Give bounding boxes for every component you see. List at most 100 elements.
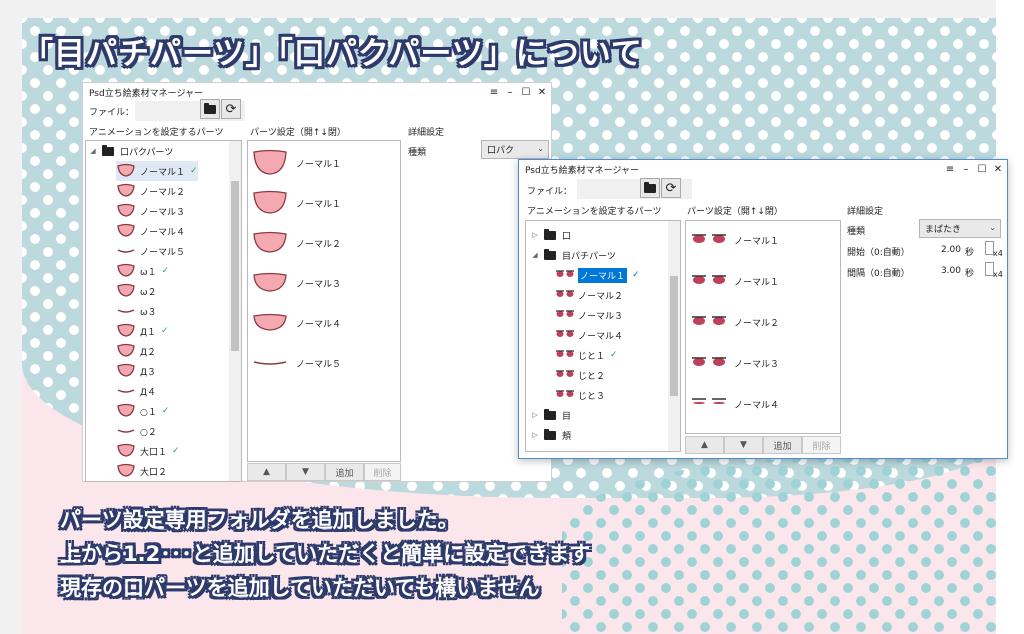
parts-settings-label: パーツ設定（開↑↓閉） bbox=[250, 128, 346, 138]
tree-item[interactable]: 大口１ ✓ bbox=[116, 441, 180, 461]
tree-item[interactable]: ノーマル２ bbox=[116, 181, 185, 201]
add-button[interactable]: 追加 bbox=[325, 463, 364, 481]
type-select[interactable]: まばたき ⌄ bbox=[919, 219, 1001, 238]
start-label: 開始（0:自動） bbox=[847, 248, 910, 258]
eyes-thumbnail-icon bbox=[556, 329, 574, 341]
expand-caret-icon[interactable]: ◢ bbox=[530, 251, 540, 259]
tree-item[interactable]: ω２ bbox=[116, 281, 157, 301]
tree-item[interactable]: ノーマル１ ✓ bbox=[116, 161, 198, 181]
tree-scroll-thumb[interactable] bbox=[670, 276, 678, 396]
tree-item[interactable]: ω３ bbox=[116, 301, 157, 321]
collapse-caret-icon[interactable]: ▷ bbox=[530, 431, 540, 439]
tree-item[interactable]: ○１ ✓ bbox=[116, 401, 169, 421]
part-row[interactable]: ノーマル２ bbox=[252, 231, 341, 256]
tree-item[interactable]: じと１ ✓ bbox=[556, 345, 618, 365]
minimize-button[interactable]: – bbox=[959, 162, 973, 176]
part-row[interactable]: ノーマル１ bbox=[690, 274, 779, 289]
tree-item[interactable]: ノーマル５ bbox=[116, 241, 185, 261]
part-row[interactable]: ノーマル１ bbox=[690, 233, 779, 248]
parts-list[interactable]: ノーマル１ ノーマル１ ノーマル２ ノーマル３ ノーマル４ bbox=[685, 220, 841, 434]
expand-caret-icon[interactable]: ◢ bbox=[88, 147, 98, 155]
tree-item-label: ノーマル３ bbox=[140, 207, 186, 218]
tree-item[interactable]: じと３ bbox=[556, 385, 605, 405]
tree-item-label: ノーマル１ bbox=[140, 167, 186, 178]
part-row[interactable]: ノーマル４ bbox=[252, 313, 341, 334]
part-row[interactable]: ノーマル４ bbox=[690, 397, 779, 412]
tree-item[interactable]: ノーマル４ bbox=[116, 221, 185, 241]
open-folder-button[interactable] bbox=[640, 178, 660, 198]
interval-value[interactable]: 3.00 bbox=[939, 266, 961, 276]
tree-item[interactable]: ノーマル３ bbox=[116, 201, 185, 221]
tree-item[interactable]: Д４ bbox=[116, 381, 156, 401]
start-value[interactable]: 2.00 bbox=[939, 245, 961, 255]
move-up-button[interactable]: ▲ bbox=[685, 436, 724, 454]
menu-icon[interactable]: ≡ bbox=[487, 85, 501, 99]
collapse-caret-icon[interactable]: ▷ bbox=[530, 411, 540, 419]
tree-item[interactable]: Д１ ✓ bbox=[116, 321, 169, 341]
type-select[interactable]: 口パク ⌄ bbox=[481, 140, 549, 159]
reload-icon: ⟳ bbox=[665, 180, 677, 196]
move-down-button[interactable]: ▼ bbox=[286, 463, 325, 481]
tree-item[interactable]: Д２ bbox=[116, 341, 156, 361]
tree-item-label: Д３ bbox=[140, 367, 157, 378]
eyes-thumbnail-icon bbox=[556, 289, 574, 301]
reload-button[interactable]: ⟳ bbox=[221, 99, 241, 119]
interval-spin-suffix: x4 bbox=[993, 270, 1003, 279]
tree-item[interactable]: じと２ bbox=[556, 365, 605, 385]
tree-item[interactable]: Д３ bbox=[116, 361, 156, 381]
tree-item[interactable]: ノーマル１ ✓ bbox=[556, 265, 640, 285]
maximize-button[interactable]: ☐ bbox=[975, 162, 989, 176]
open-folder-button[interactable] bbox=[200, 99, 220, 119]
maximize-button[interactable]: ☐ bbox=[519, 85, 533, 99]
menu-icon[interactable]: ≡ bbox=[943, 162, 957, 176]
tree-item-label: ノーマル２ bbox=[140, 187, 186, 198]
part-row[interactable]: ノーマル３ bbox=[252, 272, 341, 295]
part-row[interactable]: ノーマル５ bbox=[252, 354, 341, 373]
tree-root[interactable]: ◢ 口パクパーツ bbox=[88, 141, 173, 161]
folder-icon bbox=[102, 144, 114, 156]
tree-item[interactable]: ω１ ✓ bbox=[116, 261, 169, 281]
part-row[interactable]: ノーマル１ bbox=[252, 190, 341, 217]
parts-list[interactable]: ノーマル１ ノーマル１ ノーマル２ ノーマル３ ノーマル４ ノーマル５ bbox=[247, 140, 401, 462]
mouth-smile-icon bbox=[116, 223, 136, 240]
part-row[interactable]: ノーマル２ bbox=[690, 315, 779, 330]
close-button[interactable]: ✕ bbox=[535, 85, 549, 99]
part-row[interactable]: ノーマル１ bbox=[252, 149, 341, 178]
chevron-down-icon: ⌄ bbox=[537, 144, 544, 153]
minimize-button[interactable]: – bbox=[503, 85, 517, 99]
close-button[interactable]: ✕ bbox=[991, 162, 1005, 176]
tree-item-label: ω３ bbox=[140, 307, 157, 318]
headline: 「目パチパーツ」「口パクパーツ」について bbox=[22, 36, 643, 72]
mouth-big-half-icon bbox=[116, 463, 136, 480]
tree-folder[interactable]: ◢ 目パチパーツ bbox=[530, 245, 616, 265]
tree-folder[interactable]: ▷ 目 bbox=[530, 405, 571, 425]
tree-item[interactable]: ○２ bbox=[116, 421, 157, 441]
move-up-button[interactable]: ▲ bbox=[247, 463, 286, 481]
tree-scrollbar[interactable] bbox=[229, 141, 241, 481]
tree-folder[interactable]: ▷ 口 bbox=[530, 225, 571, 245]
collapse-caret-icon[interactable]: ▷ bbox=[530, 231, 540, 239]
tree-scrollbar[interactable] bbox=[668, 221, 680, 451]
tree-item-label: ω１ bbox=[140, 267, 157, 278]
titlebar: Psd立ち絵素材マネージャー ≡ – ☐ ✕ bbox=[83, 83, 551, 101]
tree-item-label: ノーマル３ bbox=[578, 311, 624, 322]
tree-scroll-thumb[interactable] bbox=[231, 181, 239, 351]
anim-parts-tree[interactable]: ◢ 口パクパーツ ノーマル１ ✓ ノーマル２ ノーマル３ ノーマル４ ノーマル５ ω１ ✓ ω２… bbox=[85, 140, 242, 482]
add-button[interactable]: 追加 bbox=[763, 436, 802, 454]
anim-parts-tree[interactable]: ▷ 口 ◢ 目パチパーツ ノーマル１ ✓ ノーマル２ ノーマル３ ノーマル４ じと１ ✓ じと２ じと３… bbox=[525, 220, 681, 452]
part-label: ノーマル４ bbox=[296, 320, 342, 330]
tree-item[interactable]: 大口２ bbox=[116, 461, 167, 481]
remove-button[interactable]: 削除 bbox=[364, 463, 401, 481]
tree-item[interactable]: ノーマル４ bbox=[556, 325, 623, 345]
remove-button[interactable]: 削除 bbox=[802, 436, 841, 454]
detail-settings-label: 詳細設定 bbox=[408, 128, 445, 138]
file-label: ファイル： bbox=[527, 187, 573, 197]
detail-settings-label: 詳細設定 bbox=[847, 207, 884, 217]
tree-folder[interactable]: ▷ 頬 bbox=[530, 425, 571, 445]
tree-item[interactable]: ノーマル２ bbox=[556, 285, 623, 305]
eyes-thumbnail-icon bbox=[556, 369, 574, 381]
move-down-button[interactable]: ▼ bbox=[724, 436, 763, 454]
part-row[interactable]: ノーマル３ bbox=[690, 356, 779, 371]
reload-button[interactable]: ⟳ bbox=[661, 178, 681, 198]
tree-item[interactable]: ノーマル３ bbox=[556, 305, 623, 325]
